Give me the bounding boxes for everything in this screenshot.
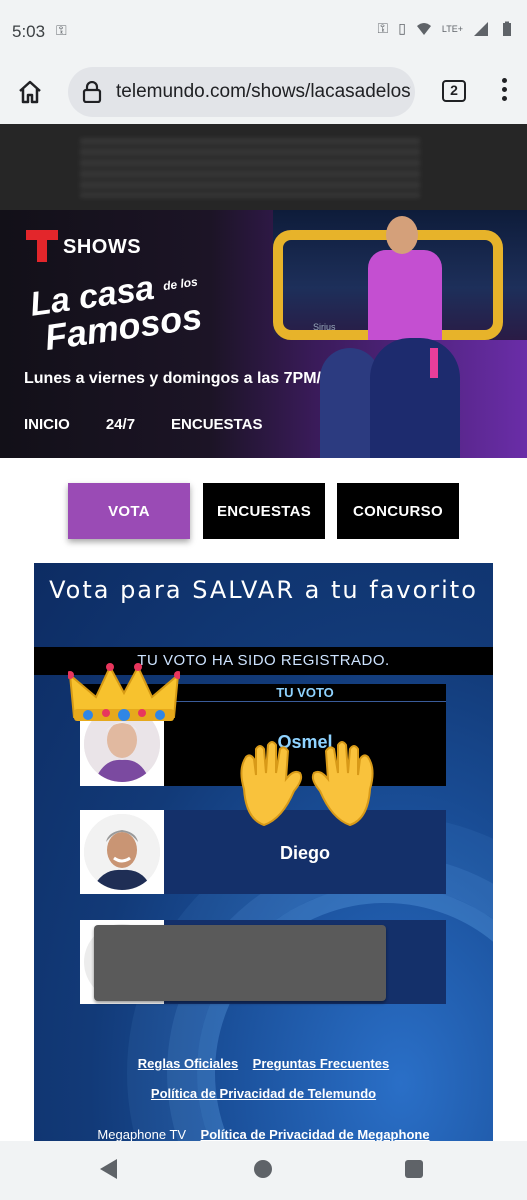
show-logo-small: de los <box>162 274 199 294</box>
hero-image-couple <box>310 338 527 458</box>
shows-label[interactable]: SHOWS <box>63 236 141 259</box>
link-privacidad-telemundo[interactable]: Política de Privacidad de Telemundo <box>151 1086 376 1101</box>
link-reglas-oficiales[interactable]: Reglas Oficiales <box>138 1056 238 1071</box>
your-vote-label: TU VOTO <box>164 684 446 702</box>
raised-hand-icon <box>240 741 303 827</box>
footer-links-row2: Política de Privacidad de Telemundo <box>34 1085 493 1103</box>
ad-blurred-content <box>80 138 420 198</box>
home-circle-icon[interactable] <box>254 1160 272 1178</box>
tab-vota[interactable]: VOTA <box>68 483 190 539</box>
menu-icon[interactable] <box>499 78 509 106</box>
battery-icon <box>503 21 511 36</box>
status-time: 5:03 <box>12 22 46 41</box>
telemundo-logo-icon[interactable] <box>24 228 60 264</box>
url-text[interactable]: telemundo.com/shows/lacasadelosfamosos <box>116 81 411 103</box>
redaction-block <box>94 925 386 1001</box>
link-privacidad-megaphone[interactable]: Política de Privacidad de Megaphone <box>201 1127 430 1141</box>
vpn-key-icon: ⚿ <box>377 20 389 36</box>
candidate-name: Diego <box>279 843 330 863</box>
show-hero: SHOWS La casa de los Famosos Lunes a vie… <box>0 210 527 458</box>
show-nav: INICIO 24/7 ENCUESTAS <box>24 416 262 433</box>
status-bar: 5:03 ⚿ ⚿ ▯ LTE+ <box>0 0 527 62</box>
raised-hand-icon <box>311 741 374 827</box>
crown-icon <box>68 663 180 721</box>
back-icon[interactable] <box>100 1159 117 1179</box>
key-icon: ⚿ <box>56 22 67 38</box>
show-logo[interactable]: La casa de los Famosos <box>28 265 205 358</box>
address-bar[interactable]: telemundo.com/shows/lacasadelosfamosos <box>68 67 415 117</box>
wifi-icon <box>416 22 431 35</box>
nav-24-7[interactable]: 24/7 <box>106 416 135 433</box>
footer-links-row3: Megaphone TV Política de Privacidad de M… <box>34 1126 493 1141</box>
panel-title: Vota para SALVAR a tu favorito <box>49 576 478 604</box>
recent-apps-icon[interactable] <box>405 1160 423 1178</box>
network-label: LTE+ <box>441 23 463 34</box>
tab-concurso[interactable]: CONCURSO <box>337 483 459 539</box>
host-figure <box>368 250 442 340</box>
system-nav-bar <box>0 1141 527 1200</box>
status-icons: ⚿ ▯ LTE+ <box>378 20 515 37</box>
vote-panel: Vota para SALVAR a tu favorito TU VOTO H… <box>34 563 493 1141</box>
show-schedule: Lunes a viernes y domingos a las 7PM/6C <box>24 370 342 387</box>
megaphone-tv-logo[interactable]: Megaphone TV <box>97 1127 186 1141</box>
home-icon[interactable] <box>16 78 44 106</box>
diego-portrait-icon <box>84 814 160 890</box>
ad-banner <box>0 124 527 210</box>
browser-toolbar: telemundo.com/shows/lacasadelosfamosos 2 <box>0 62 527 124</box>
host-screen-label: Sirius <box>313 322 336 332</box>
avatar <box>80 810 164 894</box>
vibrate-icon: ▯ <box>398 20 406 36</box>
tab-switcher-button[interactable]: 2 <box>442 80 466 102</box>
footer-links-row1: Reglas Oficiales Preguntas Frecuentes <box>34 1055 493 1073</box>
signal-icon <box>474 21 488 36</box>
nav-inicio[interactable]: INICIO <box>24 416 70 433</box>
link-preguntas-frecuentes[interactable]: Preguntas Frecuentes <box>253 1056 390 1071</box>
nav-encuestas[interactable]: ENCUESTAS <box>171 416 262 433</box>
lock-icon <box>82 81 102 103</box>
host-video-thumbnail[interactable]: Sirius <box>273 210 527 340</box>
tab-encuestas[interactable]: ENCUESTAS <box>203 483 325 539</box>
